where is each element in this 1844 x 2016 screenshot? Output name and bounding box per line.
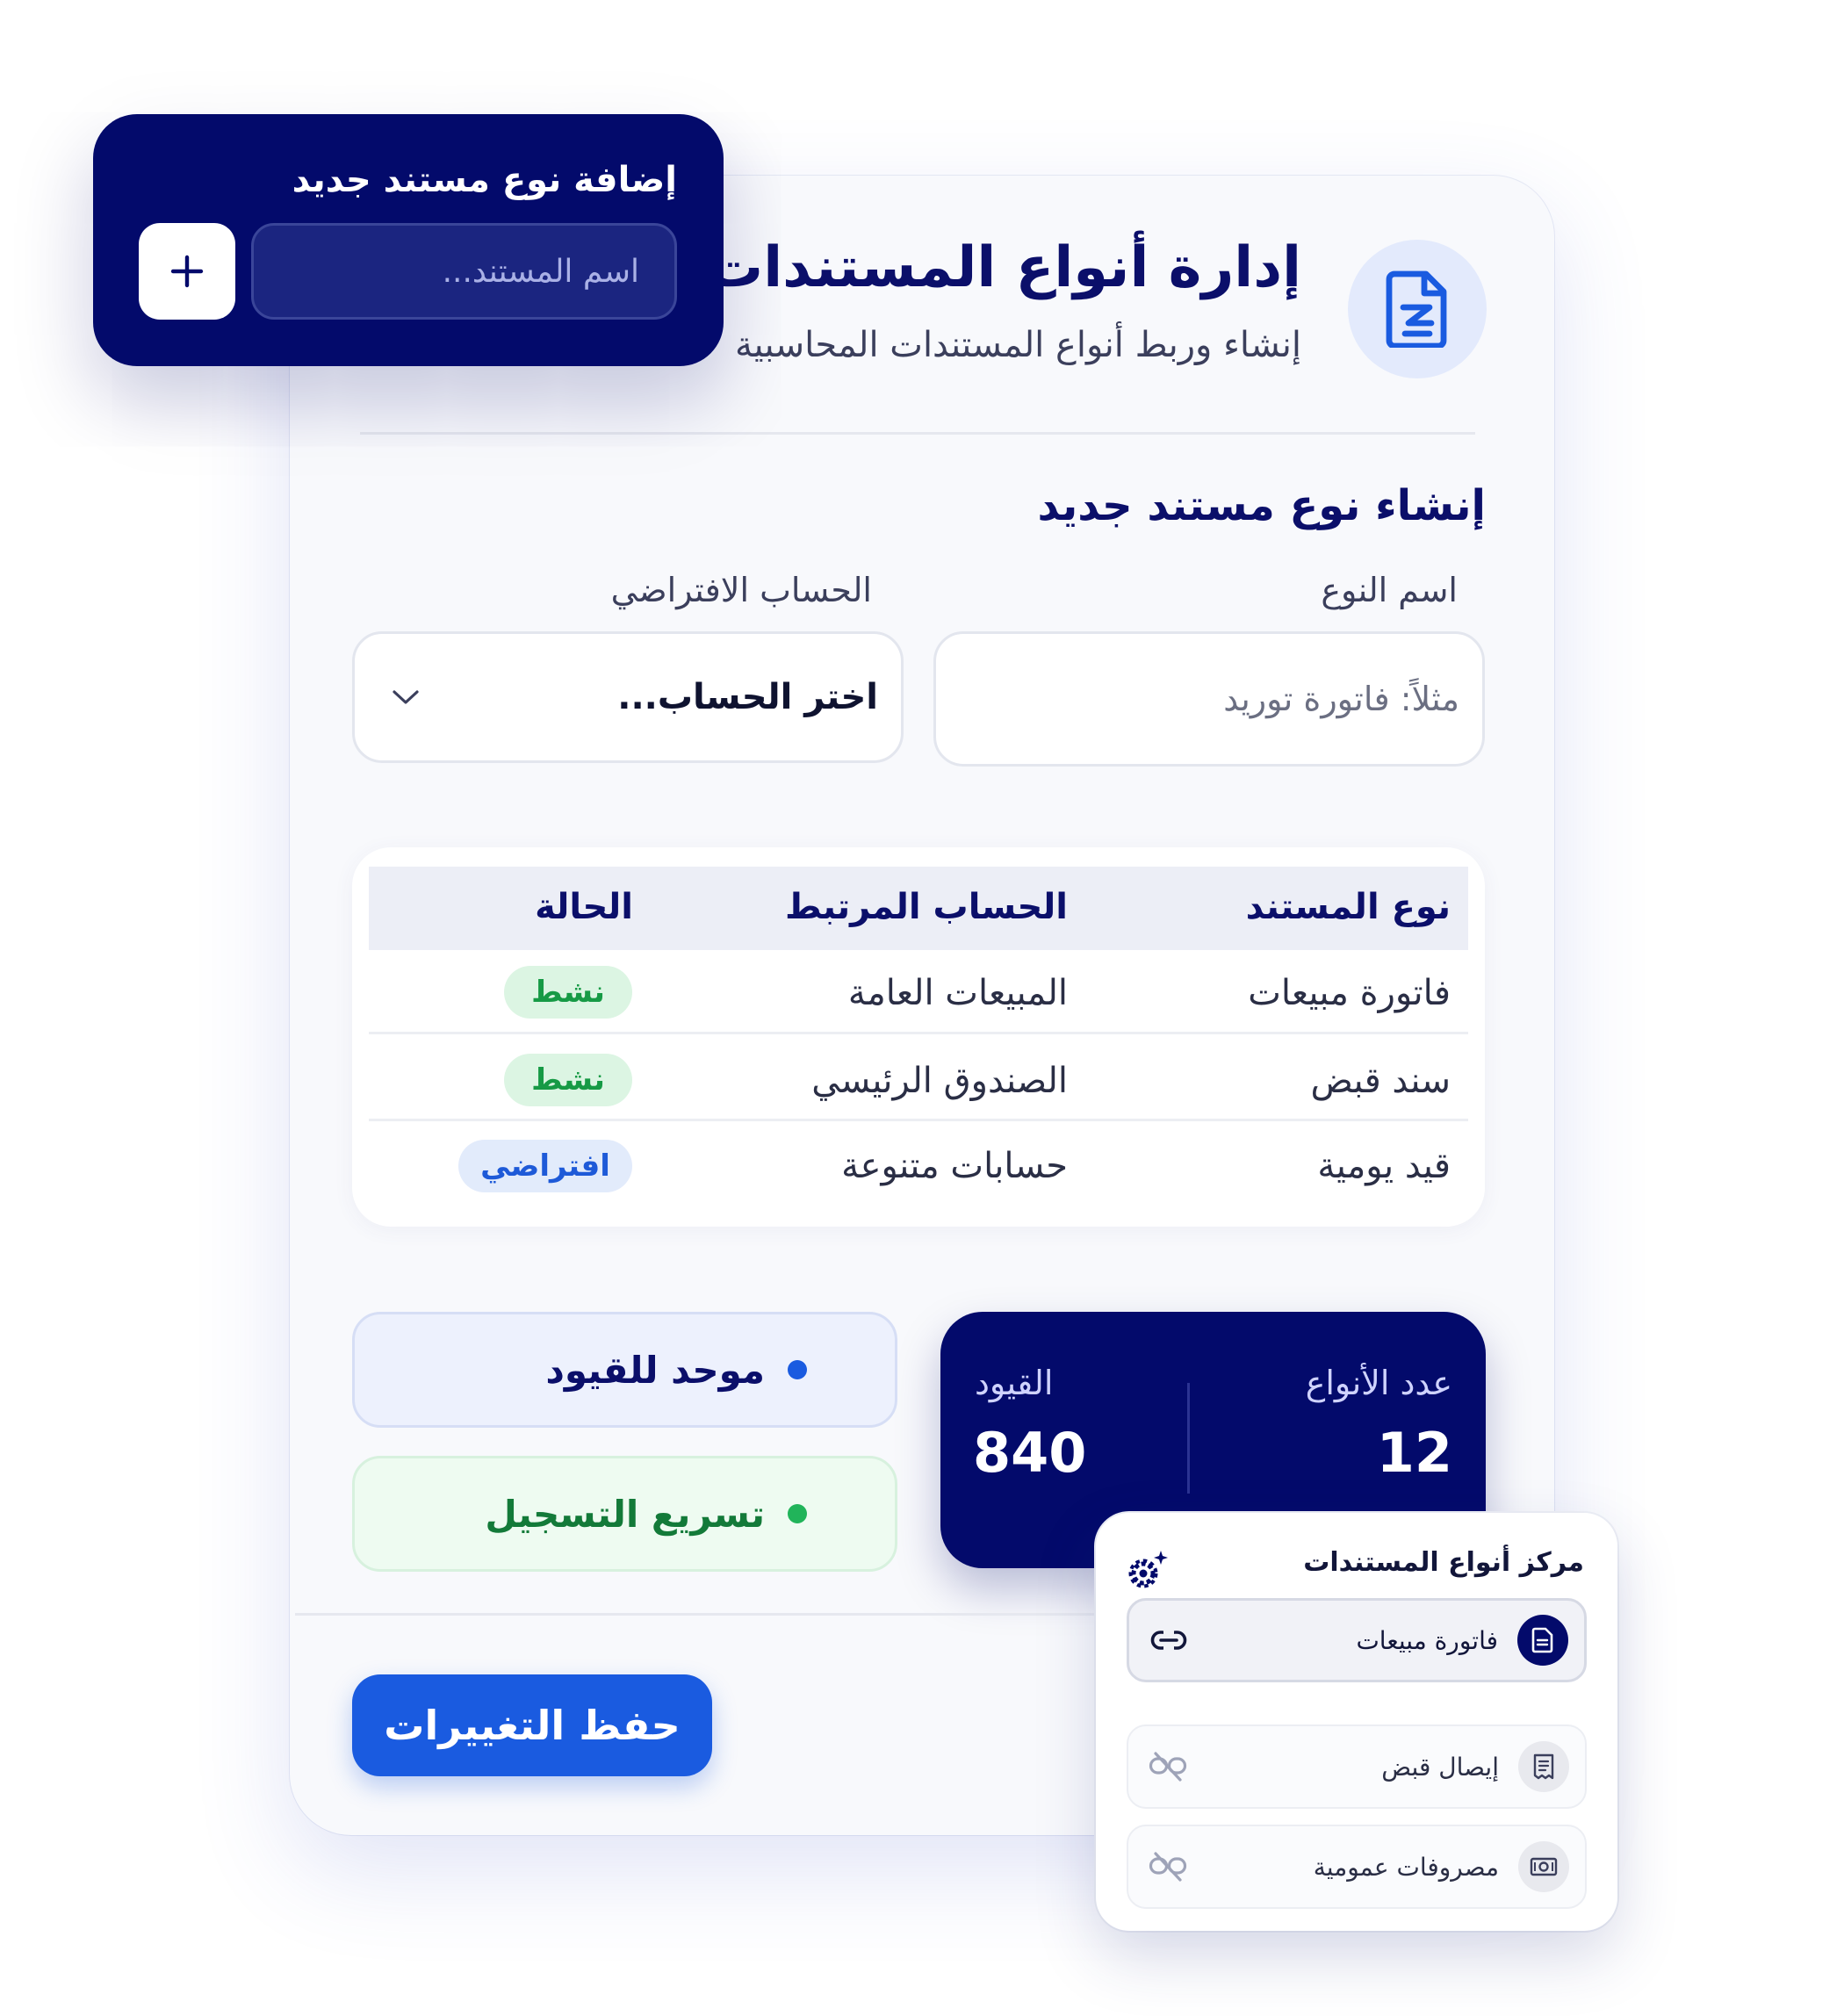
page-subtitle: إنشاء وربط أنواع المستندات المحاسبية <box>735 325 1301 365</box>
money-icon <box>1518 1841 1569 1892</box>
add-button[interactable] <box>139 223 235 320</box>
document-icon <box>1517 1615 1568 1666</box>
type-name-label: اسم النوع <box>1321 571 1458 609</box>
doc-center-item-general-expenses[interactable]: مصروفات عمومية <box>1127 1825 1587 1909</box>
column-header-status: الحالة <box>535 887 633 927</box>
feature-unified-entries: موحد للقيود <box>352 1312 897 1428</box>
bullet-dot <box>788 1504 807 1523</box>
bullet-dot <box>788 1360 807 1379</box>
save-changes-button[interactable]: حفظ التغييرات <box>352 1674 712 1776</box>
table-cell-account: المبيعات العامة <box>847 973 1068 1013</box>
default-account-select[interactable]: اختر الحساب... <box>352 631 904 763</box>
page-title: إدارة أنواع المستندات <box>706 235 1301 300</box>
type-name-placeholder: مثلاً: فاتورة توريد <box>1223 680 1459 718</box>
table-cell-type: فاتورة مبيعات <box>1248 973 1451 1013</box>
doc-center-item-sales-invoice[interactable]: فاتورة مبيعات <box>1127 1598 1587 1682</box>
chevron-down-icon <box>388 680 423 715</box>
document-name-input[interactable]: اسم المستند... <box>251 223 677 320</box>
gear-sparkle-icon[interactable] <box>1124 1547 1171 1595</box>
status-badge: افتراضي <box>458 1140 632 1192</box>
create-section-title: إنشاء نوع مستند جديد <box>1037 481 1486 530</box>
header-icon-badge <box>1348 240 1487 378</box>
row-divider <box>369 1119 1468 1121</box>
default-account-label: الحساب الافتراضي <box>610 571 872 609</box>
unlink-icon[interactable] <box>1144 1843 1192 1890</box>
doc-center-item-receipt[interactable]: إيصال قبض <box>1127 1724 1587 1809</box>
row-divider <box>369 1032 1468 1034</box>
add-card-title: إضافة نوع مستند جديد <box>292 160 677 200</box>
status-badge: نشط <box>504 966 632 1019</box>
plus-icon <box>170 255 204 288</box>
doc-item-label: فاتورة مبيعات <box>1356 1625 1498 1655</box>
types-count-value: 12 <box>1376 1421 1452 1485</box>
table-cell-type: سند قبض <box>1310 1061 1451 1101</box>
feature-label: تسريع التسجيل <box>485 1492 765 1536</box>
default-account-value: اختر الحساب... <box>617 677 878 717</box>
table-cell-account: حسابات متنوعة <box>841 1146 1068 1186</box>
doc-item-label: مصروفات عمومية <box>1313 1852 1499 1882</box>
header-divider <box>360 432 1475 435</box>
feature-label: موحد للقيود <box>545 1348 765 1392</box>
type-name-input[interactable]: مثلاً: فاتورة توريد <box>933 631 1485 767</box>
receipt-icon <box>1518 1741 1569 1792</box>
entries-count-value: 840 <box>973 1421 1087 1485</box>
unlink-icon[interactable] <box>1144 1743 1192 1790</box>
types-count-label: عدد الأنواع <box>1305 1364 1452 1402</box>
column-header-type: نوع المستند <box>1245 887 1451 927</box>
table-cell-account: الصندوق الرئيسي <box>811 1061 1068 1101</box>
feature-fast-recording: تسريع التسجيل <box>352 1456 897 1572</box>
table-cell-type: قيد يومية <box>1317 1146 1451 1186</box>
link-icon[interactable] <box>1145 1616 1192 1664</box>
document-icon <box>1386 270 1447 348</box>
document-name-placeholder: اسم المستند... <box>442 253 639 290</box>
stats-divider <box>1187 1383 1190 1494</box>
document-center-title: مركز أنواع المستندات <box>1303 1547 1584 1578</box>
entries-count-label: القيود <box>975 1364 1054 1402</box>
status-badge: نشط <box>504 1054 632 1106</box>
column-header-account: الحساب المرتبط <box>784 887 1068 927</box>
doc-item-label: إيصال قبض <box>1381 1752 1499 1782</box>
